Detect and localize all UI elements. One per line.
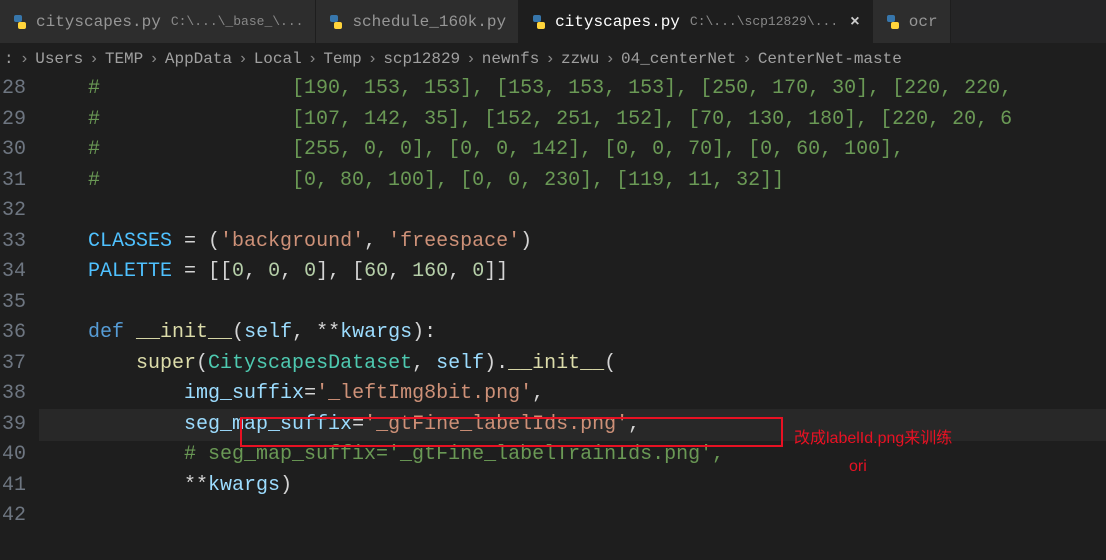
breadcrumb-prefix: : — [4, 50, 14, 68]
code-const: PALETTE — [88, 260, 172, 283]
code-string: 'background' — [220, 230, 364, 253]
tab-label: cityscapes.py — [555, 13, 680, 31]
chevron-right-icon: › — [89, 50, 99, 68]
line-number: 34 — [0, 257, 26, 288]
tab-label: ocr — [909, 13, 938, 31]
line-number: 37 — [0, 349, 26, 380]
breadcrumb-segment[interactable]: zzwu — [561, 50, 599, 68]
tab-ocr[interactable]: ocr — [873, 0, 951, 43]
code-comment: # [190, 153, 153], [153, 153, 153], [250… — [40, 77, 1012, 100]
code-function: __init__ — [136, 321, 232, 344]
breadcrumb-segment[interactable]: TEMP — [105, 50, 143, 68]
code-class: CityscapesDataset — [208, 352, 412, 375]
python-icon — [885, 14, 901, 30]
code-keyword: def — [88, 321, 124, 344]
line-number: 32 — [0, 196, 26, 227]
chevron-right-icon: › — [149, 50, 159, 68]
python-icon — [12, 14, 28, 30]
tab-label: cityscapes.py — [36, 13, 161, 31]
code-area[interactable]: # [190, 153, 153], [153, 153, 153], [250… — [40, 74, 1106, 532]
close-icon[interactable]: × — [850, 13, 860, 31]
chevron-right-icon: › — [545, 50, 555, 68]
line-number: 40 — [0, 440, 26, 471]
code-comment: # seg_map_suffix='_gtFine_labelTrainIds.… — [40, 443, 724, 466]
line-number: 33 — [0, 227, 26, 258]
code-string: 'freespace' — [388, 230, 520, 253]
line-number: 28 — [0, 74, 26, 105]
chevron-right-icon: › — [742, 50, 752, 68]
tab-schedule[interactable]: schedule_160k.py — [316, 0, 519, 43]
code-line — [40, 288, 1106, 319]
breadcrumb-segment[interactable]: newnfs — [482, 50, 540, 68]
breadcrumb-segment[interactable]: 04_centerNet — [621, 50, 736, 68]
code-line — [40, 196, 1106, 227]
chevron-right-icon: › — [20, 50, 30, 68]
code-line — [40, 501, 1106, 532]
breadcrumb-segment[interactable]: AppData — [165, 50, 232, 68]
line-number: 29 — [0, 105, 26, 136]
chevron-right-icon: › — [368, 50, 378, 68]
chevron-right-icon: › — [308, 50, 318, 68]
tab-path: C:\...\_base_\... — [171, 14, 304, 29]
line-number: 31 — [0, 166, 26, 197]
tab-bar: cityscapes.py C:\...\_base_\... schedule… — [0, 0, 1106, 44]
python-icon — [531, 14, 547, 30]
code-comment: # [0, 80, 100], [0, 0, 230], [119, 11, 3… — [40, 169, 784, 192]
chevron-right-icon: › — [238, 50, 248, 68]
breadcrumb[interactable]: : › Users › TEMP › AppData › Local › Tem… — [0, 44, 1106, 74]
breadcrumb-segment[interactable]: Users — [35, 50, 83, 68]
line-number: 41 — [0, 471, 26, 502]
tab-path: C:\...\scp12829\... — [690, 14, 838, 29]
code-comment: # [255, 0, 0], [0, 0, 142], [0, 0, 70], … — [40, 138, 904, 161]
line-number: 39 — [0, 410, 26, 441]
line-number-gutter: 28 29 30 31 32 33 34 35 36 37 38 39 40 4… — [0, 74, 40, 532]
python-icon — [328, 14, 344, 30]
chevron-right-icon: › — [466, 50, 476, 68]
breadcrumb-segment[interactable]: Temp — [323, 50, 361, 68]
line-number: 35 — [0, 288, 26, 319]
breadcrumb-segment[interactable]: scp12829 — [383, 50, 460, 68]
line-number: 30 — [0, 135, 26, 166]
line-number: 36 — [0, 318, 26, 349]
breadcrumb-segment[interactable]: Local — [254, 50, 302, 68]
code-string: '_leftImg8bit.png' — [316, 382, 532, 405]
breadcrumb-segment[interactable]: CenterNet-maste — [758, 50, 902, 68]
editor[interactable]: 28 29 30 31 32 33 34 35 36 37 38 39 40 4… — [0, 74, 1106, 532]
code-string: '_gtFine_labelIds.png' — [364, 413, 628, 436]
line-number: 38 — [0, 379, 26, 410]
code-const: CLASSES — [88, 230, 172, 253]
code-comment: # [107, 142, 35], [152, 251, 152], [70, … — [40, 108, 1012, 131]
tab-label: schedule_160k.py — [352, 13, 506, 31]
tab-cityscapes-scp[interactable]: cityscapes.py C:\...\scp12829\... × — [519, 0, 873, 43]
chevron-right-icon: › — [605, 50, 615, 68]
line-number: 42 — [0, 501, 26, 532]
tab-cityscapes-base[interactable]: cityscapes.py C:\...\_base_\... — [0, 0, 316, 43]
